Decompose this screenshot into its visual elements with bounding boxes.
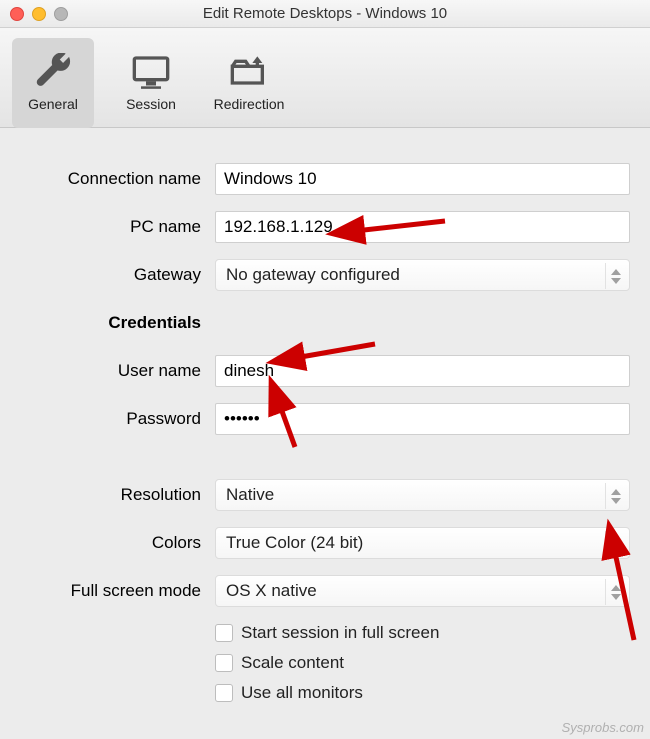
colors-select[interactable]: True Color (24 bit) (215, 527, 630, 559)
start-fullscreen-checkbox[interactable] (215, 624, 233, 642)
updown-icon (605, 531, 625, 557)
gateway-value: No gateway configured (226, 265, 400, 285)
scale-content-label: Scale content (241, 653, 344, 673)
window-title: Edit Remote Desktops - Windows 10 (0, 5, 650, 22)
password-label: Password (20, 409, 215, 429)
tab-general[interactable]: General (12, 38, 94, 128)
scale-content-checkbox[interactable] (215, 654, 233, 672)
gateway-select[interactable]: No gateway configured (215, 259, 630, 291)
updown-icon (605, 483, 625, 509)
toolbar: General Session Redirection (0, 28, 650, 128)
colors-label: Colors (20, 533, 215, 553)
fullscreen-value: OS X native (226, 581, 317, 601)
credentials-header: Credentials (20, 313, 215, 333)
titlebar: Edit Remote Desktops - Windows 10 (0, 0, 650, 28)
connection-name-label: Connection name (20, 169, 215, 189)
resolution-label: Resolution (20, 485, 215, 505)
start-fullscreen-label: Start session in full screen (241, 623, 439, 643)
use-all-monitors-checkbox[interactable] (215, 684, 233, 702)
tab-general-label: General (28, 96, 78, 112)
tab-session-label: Session (126, 96, 176, 112)
resolution-value: Native (226, 485, 274, 505)
updown-icon (605, 579, 625, 605)
fullscreen-select[interactable]: OS X native (215, 575, 630, 607)
pc-name-input[interactable] (215, 211, 630, 243)
watermark: Sysprobs.com (562, 720, 644, 735)
folder-arrow-icon (228, 54, 270, 92)
tab-redirection[interactable]: Redirection (208, 38, 290, 128)
tab-redirection-label: Redirection (214, 96, 285, 112)
use-all-monitors-label: Use all monitors (241, 683, 363, 703)
pc-name-label: PC name (20, 217, 215, 237)
wrench-icon (32, 54, 74, 92)
tab-session[interactable]: Session (110, 38, 192, 128)
user-name-input[interactable] (215, 355, 630, 387)
password-input[interactable] (215, 403, 630, 435)
user-name-label: User name (20, 361, 215, 381)
gateway-label: Gateway (20, 265, 215, 285)
form: Connection name PC name Gateway No gatew… (0, 128, 650, 734)
resolution-select[interactable]: Native (215, 479, 630, 511)
colors-value: True Color (24 bit) (226, 533, 363, 553)
updown-icon (605, 263, 625, 289)
fullscreen-label: Full screen mode (20, 581, 215, 601)
monitor-icon (130, 54, 172, 92)
connection-name-input[interactable] (215, 163, 630, 195)
